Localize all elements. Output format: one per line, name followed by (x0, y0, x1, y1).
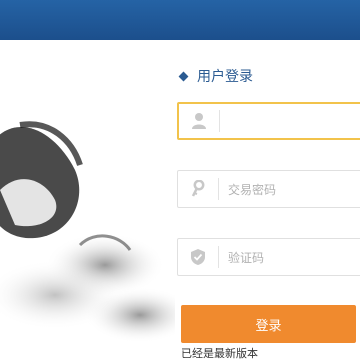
diamond-icon (178, 71, 189, 81)
password-placeholder: 交易密码 (228, 182, 277, 197)
header-bar (0, 0, 360, 40)
key-icon (178, 171, 218, 207)
field-divider (218, 178, 219, 200)
version-status: 已经是最新版本 (181, 347, 258, 360)
ink-painting-image (0, 40, 175, 360)
captcha-input[interactable]: 验证码 (177, 238, 360, 276)
field-divider (218, 246, 219, 268)
username-input[interactable] (177, 102, 360, 140)
login-header: 用户登录 (178, 66, 253, 86)
login-title: 用户登录 (197, 69, 253, 85)
captcha-placeholder: 验证码 (228, 250, 265, 265)
user-icon (179, 104, 219, 138)
login-button[interactable]: 登录 (181, 305, 356, 343)
shield-icon (178, 239, 218, 275)
field-divider (219, 110, 220, 132)
password-input[interactable]: 交易密码 (177, 170, 360, 208)
